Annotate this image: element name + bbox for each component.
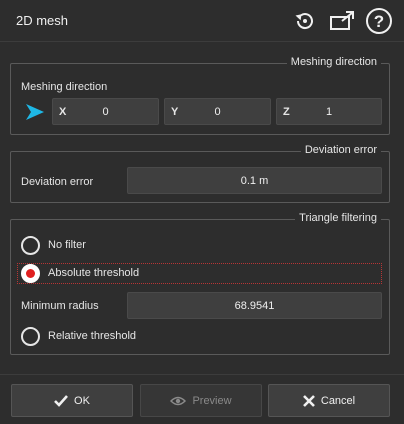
meshing-direction-group: Meshing direction Meshing direction X 0 … <box>10 56 390 135</box>
triangle-filtering-group-title: Triangle filtering <box>295 212 381 224</box>
checkmark-icon <box>54 394 69 407</box>
no-filter-option[interactable]: No filter <box>21 235 171 257</box>
cancel-label: Cancel <box>320 394 356 407</box>
y-value: 0 <box>214 106 221 118</box>
triangle-filtering-group: Triangle filtering No filter Absolute th… <box>10 212 390 355</box>
deviation-error-label: Deviation error <box>21 176 94 188</box>
z-field[interactable]: Z 1 <box>276 98 382 125</box>
z-value: 1 <box>325 106 333 118</box>
x-field[interactable]: X 0 <box>52 98 159 125</box>
close-icon <box>302 394 315 407</box>
deviation-error-field[interactable]: 0.1 m <box>127 167 382 194</box>
deviation-error-group-title: Deviation error <box>300 144 381 156</box>
ok-label: OK <box>74 394 90 407</box>
dialog-footer: OK Preview Cancel <box>0 374 404 424</box>
popout-icon[interactable] <box>327 6 357 36</box>
y-field[interactable]: Y 0 <box>164 98 271 125</box>
eye-icon <box>170 396 187 405</box>
absolute-threshold-label: Absolute threshold <box>48 267 140 279</box>
relative-threshold-option[interactable]: Relative threshold <box>21 326 221 348</box>
relative-threshold-label: Relative threshold <box>48 330 137 342</box>
absolute-threshold-radio[interactable] <box>21 264 40 283</box>
title-bar: 2D mesh ? <box>0 0 404 42</box>
no-filter-radio[interactable] <box>21 236 40 255</box>
cancel-button[interactable]: Cancel <box>268 384 390 417</box>
window-title: 2D mesh <box>16 13 69 28</box>
meshing-direction-label: Meshing direction <box>21 81 108 93</box>
no-filter-label: No filter <box>48 239 86 251</box>
deviation-error-value: 0.1 m <box>240 175 269 187</box>
meshing-direction-group-title: Meshing direction <box>286 56 381 68</box>
direction-arrow-icon[interactable] <box>25 102 45 125</box>
minimum-radius-field[interactable]: 68.9541 <box>127 292 382 319</box>
preview-button[interactable]: Preview <box>140 384 262 417</box>
minimum-radius-value: 68.9541 <box>234 300 275 312</box>
svg-text:?: ? <box>374 12 384 31</box>
ok-button[interactable]: OK <box>11 384 133 417</box>
minimum-radius-label: Minimum radius <box>21 300 99 312</box>
absolute-threshold-option[interactable]: Absolute threshold <box>21 263 221 285</box>
deviation-error-group: Deviation error Deviation error 0.1 m <box>10 144 390 203</box>
preview-label: Preview <box>192 394 232 407</box>
reset-icon[interactable] <box>290 6 320 36</box>
help-icon[interactable]: ? <box>364 6 394 36</box>
relative-threshold-radio[interactable] <box>21 327 40 346</box>
x-value: 0 <box>102 106 109 118</box>
